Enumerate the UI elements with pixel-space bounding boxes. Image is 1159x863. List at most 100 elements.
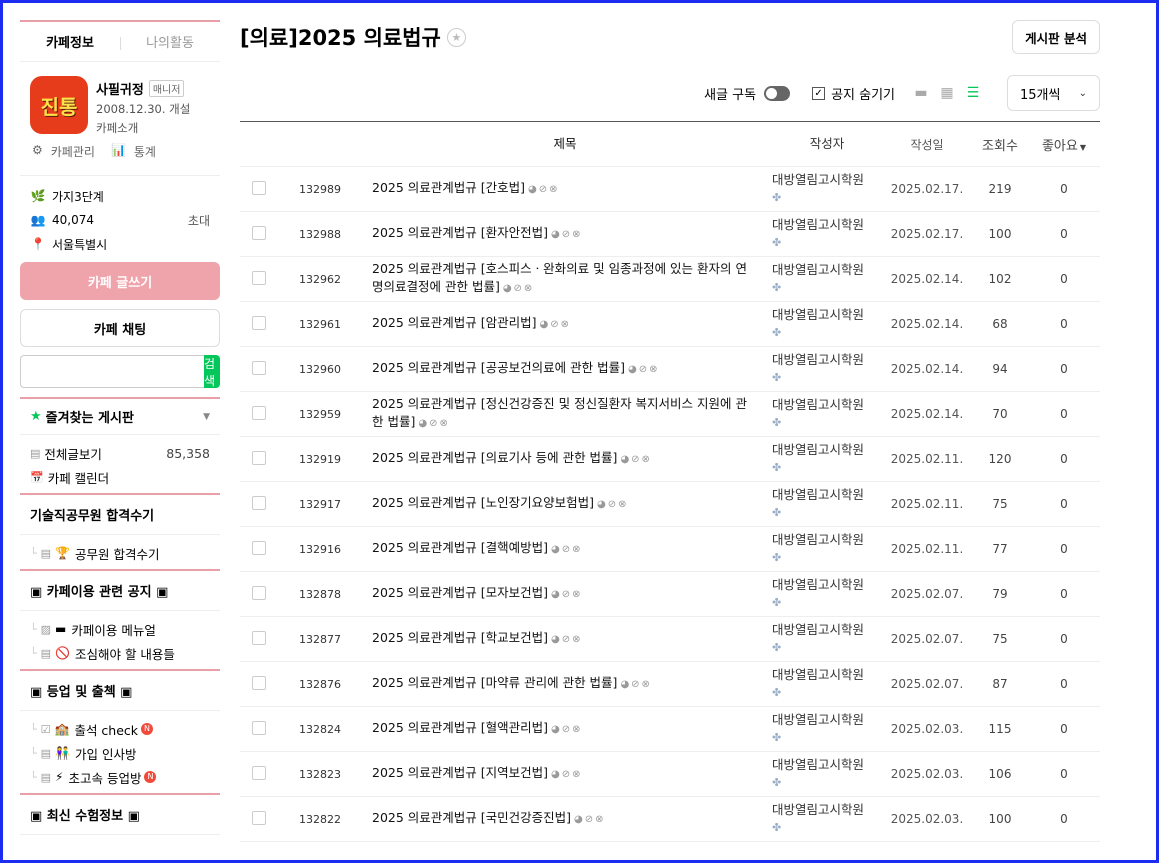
row-checkbox[interactable] — [252, 720, 266, 735]
caret-down-icon[interactable]: ▼ — [203, 412, 210, 422]
hide-notice-checkbox[interactable]: ✓ — [812, 86, 826, 100]
table-row[interactable]: 132989 2025 의료관계법규 [간호법] ◕⊘⊗ 대방열림고시학원 ✤ 2025.… — [240, 167, 1100, 212]
tab-my-activity[interactable]: 나의활동 — [120, 22, 220, 61]
post-author[interactable]: 대방열림고시학원 — [772, 397, 864, 412]
post-author[interactable]: 대방열림고시학원 — [772, 532, 864, 547]
table-row[interactable]: 132822 2025 의료관계법규 [국민건강증진법] ◕⊘⊗ 대방열림고시학원 ✤ 2… — [240, 797, 1100, 842]
document-icon: ▤ — [40, 646, 52, 660]
row-checkbox[interactable] — [252, 675, 266, 690]
post-title-link[interactable]: 2025 의료관계법규 [학교보건법] — [372, 630, 548, 645]
row-checkbox[interactable] — [252, 450, 266, 465]
post-author[interactable]: 대방열림고시학원 — [772, 262, 864, 277]
post-author[interactable]: 대방열림고시학원 — [772, 442, 864, 457]
favorites-header[interactable]: ★ 즐겨찾는 게시판 ▼ — [20, 397, 220, 435]
sidebar-item-board[interactable]: └ ▤ 🏆 공무원 합격수기 — [30, 541, 210, 565]
cafe-search-input[interactable] — [20, 355, 204, 388]
post-author[interactable]: 대방열림고시학원 — [772, 172, 864, 187]
cafe-intro-link[interactable]: 카페소개 — [96, 120, 190, 136]
row-checkbox[interactable] — [252, 270, 266, 285]
sidebar-item-board[interactable]: └ ☑ 🏫 출석 check N — [30, 717, 210, 741]
search-button[interactable]: 검색 — [204, 355, 220, 388]
post-author[interactable]: 대방열림고시학원 — [772, 577, 864, 592]
table-row[interactable]: 132876 2025 의료관계법규 [마약류 관리에 관한 법률] ◕⊘⊗ 대방열림… — [240, 662, 1100, 707]
row-checkbox[interactable] — [252, 315, 266, 330]
post-author[interactable]: 대방열림고시학원 — [772, 712, 864, 727]
tree-branch-icon: └ — [30, 546, 37, 560]
row-checkbox[interactable] — [252, 360, 266, 375]
stats-link[interactable]: 📊 통계 — [111, 143, 164, 175]
member-level-icon: ✤ — [772, 191, 782, 204]
member-count[interactable]: 40,074 — [52, 213, 94, 227]
post-title-link[interactable]: 2025 의료관계법규 [호스피스ㆍ완화의료 및 임종과정에 있는 환자의 연명… — [372, 261, 747, 294]
post-title-link[interactable]: 2025 의료관계법규 [지역보건법] — [372, 765, 548, 780]
cafe-level[interactable]: 가지3단계 — [52, 188, 104, 205]
post-title-link[interactable]: 2025 의료관계법규 [암관리법] — [372, 315, 537, 330]
post-title-link[interactable]: 2025 의료관계법규 [간호법] — [372, 180, 525, 195]
sidebar-item-board[interactable]: └ ▨ ▬ 카페이용 메뉴얼 — [30, 617, 210, 641]
sidebar-item-board[interactable]: └ ▤ ⚡ 초고속 등업방 N — [30, 765, 210, 789]
post-title-link[interactable]: 2025 의료관계법규 [마약류 관리에 관한 법률] — [372, 675, 617, 690]
card-view-icon[interactable]: ▬ — [913, 85, 929, 101]
header-likes-sort[interactable]: 좋아요 ▼ — [1028, 121, 1100, 167]
board-analyze-button[interactable]: 게시판 분석 — [1012, 20, 1100, 54]
row-checkbox[interactable] — [252, 405, 266, 420]
sidebar-item-calendar[interactable]: 📅 카페 캘린더 — [30, 465, 210, 489]
post-title-link[interactable]: 2025 의료관계법규 [혈액관리법] — [372, 720, 548, 735]
table-row[interactable]: 132877 2025 의료관계법규 [학교보건법] ◕⊘⊗ 대방열림고시학원 ✤ 202… — [240, 617, 1100, 662]
tab-cafe-info[interactable]: 카페정보 — [20, 22, 120, 61]
subscribe-toggle[interactable] — [764, 85, 791, 101]
manager-name[interactable]: 사필귀정 — [96, 79, 144, 98]
row-checkbox[interactable] — [252, 540, 266, 555]
sidebar-item-all-posts[interactable]: ▤ 전체글보기 85,358 — [30, 441, 210, 465]
post-author-cell: 대방열림고시학원 ✤ — [772, 302, 882, 347]
post-author[interactable]: 대방열림고시학원 — [772, 802, 864, 817]
post-author[interactable]: 대방열림고시학원 — [772, 667, 864, 682]
board-emoji-icon: 👫 — [55, 746, 70, 760]
table-row[interactable]: 132959 2025 의료관계법규 [정신건강증진 및 정신질환자 복지서비스 … — [240, 392, 1100, 437]
row-checkbox[interactable] — [252, 495, 266, 510]
table-row[interactable]: 132961 2025 의료관계법규 [암관리법] ◕⊘⊗ 대방열림고시학원 ✤ 2025… — [240, 302, 1100, 347]
table-row[interactable]: 132916 2025 의료관계법규 [결핵예방법] ◕⊘⊗ 대방열림고시학원 ✤ 202… — [240, 527, 1100, 572]
per-page-select[interactable]: 15개씩 ⌄ — [1007, 75, 1100, 111]
table-row[interactable]: 132962 2025 의료관계법규 [호스피스ㆍ완화의료 및 임종과정에 있는 … — [240, 257, 1100, 302]
row-checkbox[interactable] — [252, 225, 266, 240]
cafe-write-button[interactable]: 카페 글쓰기 — [20, 262, 220, 300]
sidebar-item-board[interactable]: └ ▤ 👫 가입 인사방 — [30, 741, 210, 765]
favorite-star-icon[interactable]: ★ — [446, 27, 466, 47]
post-title-link[interactable]: 2025 의료관계법규 [노인장기요양보험법] — [372, 495, 594, 510]
post-title-link[interactable]: 2025 의료관계법규 [결핵예방법] — [372, 540, 548, 555]
grid-view-icon[interactable]: ▦ — [939, 85, 955, 101]
table-row[interactable]: 132878 2025 의료관계법규 [모자보건법] ◕⊘⊗ 대방열림고시학원 ✤ 202… — [240, 572, 1100, 617]
list-view-icon[interactable]: ☰ — [965, 85, 981, 101]
post-title-link[interactable]: 2025 의료관계법규 [환자안전법] — [372, 225, 548, 240]
row-checkbox[interactable] — [252, 585, 266, 600]
hide-notice-option[interactable]: ✓ 공지 숨기기 — [812, 84, 895, 103]
post-author[interactable]: 대방열림고시학원 — [772, 217, 864, 232]
invite-link[interactable]: 초대 — [188, 212, 210, 229]
post-author[interactable]: 대방열림고시학원 — [772, 307, 864, 322]
cafe-manage-link[interactable]: ⚙ 카페관리 — [32, 143, 103, 175]
cafe-logo[interactable]: 진통 — [30, 76, 88, 134]
post-author[interactable]: 대방열림고시학원 — [772, 487, 864, 502]
table-row[interactable]: 132823 2025 의료관계법규 [지역보건법] ◕⊘⊗ 대방열림고시학원 ✤ 202… — [240, 752, 1100, 797]
post-title-link[interactable]: 2025 의료관계법규 [모자보건법] — [372, 585, 548, 600]
post-author[interactable]: 대방열림고시학원 — [772, 757, 864, 772]
post-author[interactable]: 대방열림고시학원 — [772, 622, 864, 637]
table-row[interactable]: 132917 2025 의료관계법규 [노인장기요양보험법] ◕⊘⊗ 대방열림고시학원… — [240, 482, 1100, 527]
table-row[interactable]: 132960 2025 의료관계법규 [공공보건의료에 관한 법률] ◕⊘⊗ 대방열림… — [240, 347, 1100, 392]
stats-label: 통계 — [133, 145, 156, 159]
row-checkbox[interactable] — [252, 765, 266, 780]
row-checkbox[interactable] — [252, 810, 266, 825]
post-title-link[interactable]: 2025 의료관계법규 [의료기사 등에 관한 법률] — [372, 450, 617, 465]
table-row[interactable]: 132824 2025 의료관계법규 [혈액관리법] ◕⊘⊗ 대방열림고시학원 ✤ 202… — [240, 707, 1100, 752]
post-title-link[interactable]: 2025 의료관계법규 [공공보건의료에 관한 법률] — [372, 360, 625, 375]
row-checkbox[interactable] — [252, 630, 266, 645]
cafe-chat-button[interactable]: 카페 채팅 — [20, 309, 220, 347]
row-checkbox[interactable] — [252, 180, 266, 195]
cafe-logo-text: 진통 — [40, 94, 78, 119]
post-author[interactable]: 대방열림고시학원 — [772, 352, 864, 367]
table-row[interactable]: 132919 2025 의료관계법규 [의료기사 등에 관한 법률] ◕⊘⊗ 대방열림… — [240, 437, 1100, 482]
table-row[interactable]: 132988 2025 의료관계법규 [환자안전법] ◕⊘⊗ 대방열림고시학원 ✤ 202… — [240, 212, 1100, 257]
post-title-link[interactable]: 2025 의료관계법규 [국민건강증진법] — [372, 810, 571, 825]
sidebar-item-board[interactable]: └ ▤ 🚫 조심해야 할 내용들 — [30, 641, 210, 665]
